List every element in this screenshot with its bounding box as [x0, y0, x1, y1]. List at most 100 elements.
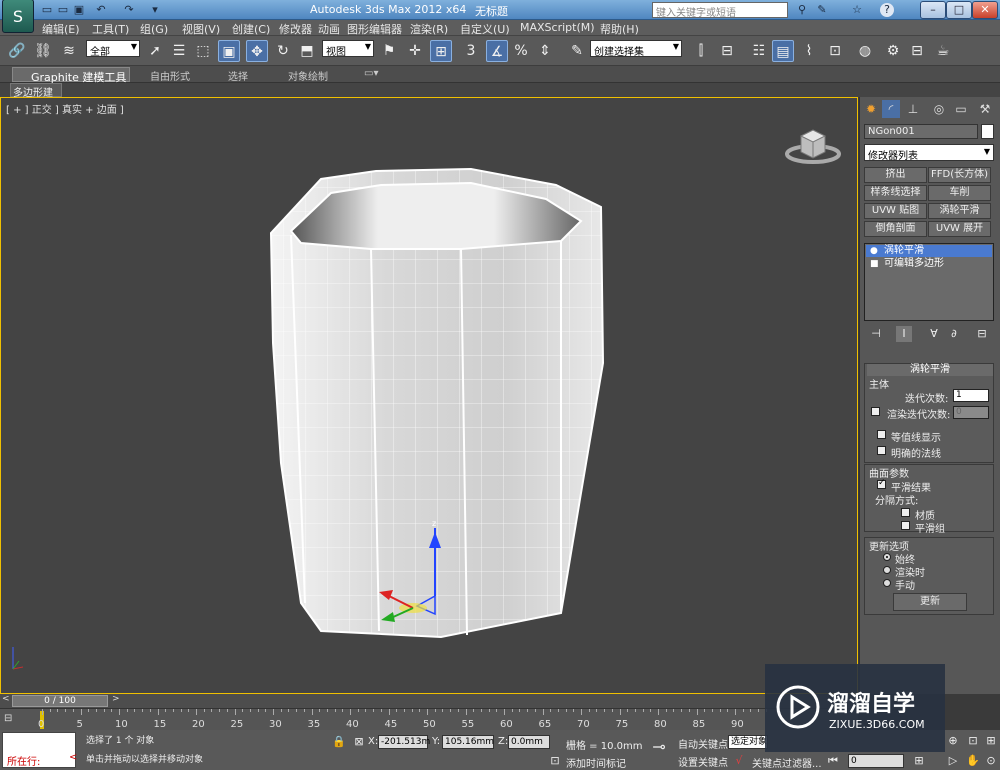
z-coord-field[interactable]: 0.0mm: [508, 735, 550, 749]
time-slider[interactable]: 0 / 100: [12, 695, 108, 707]
move-icon[interactable]: ✥: [246, 40, 268, 62]
render-iters-spinner[interactable]: 0: [953, 406, 989, 419]
rotate-icon[interactable]: ↻: [272, 40, 294, 62]
update-always-radio[interactable]: [883, 553, 891, 561]
open-file-icon[interactable]: ▭: [56, 3, 70, 17]
viewport-label[interactable]: [ + ] 正交 ] 真实 + 边面 ]: [6, 101, 124, 116]
absolute-mode-icon[interactable]: ⊠: [348, 735, 370, 749]
render-setup-icon[interactable]: ⚙: [882, 40, 904, 62]
select-object-icon[interactable]: ➚: [144, 40, 166, 62]
snap-toggle-icon[interactable]: 3: [460, 40, 482, 62]
menu-graph-editors[interactable]: 图形编辑器: [347, 21, 402, 37]
time-tag-icon[interactable]: ⊡: [544, 754, 566, 768]
selection-filter-dropdown[interactable]: 全部 ▼: [86, 40, 140, 58]
select-by-name-icon[interactable]: ☰: [168, 40, 190, 62]
edit-named-selection-icon[interactable]: ✎: [566, 40, 588, 62]
menu-group[interactable]: 组(G): [140, 21, 168, 37]
move-gizmo[interactable]: z: [373, 518, 453, 638]
lightbulb-icon[interactable]: ●: [870, 245, 878, 257]
materials-checkbox[interactable]: [901, 508, 910, 517]
minimize-button[interactable]: –: [920, 1, 946, 19]
iterations-spinner[interactable]: 1: [953, 389, 989, 402]
pin-stack-icon[interactable]: ⊣: [868, 326, 884, 342]
menu-rendering[interactable]: 渲染(R): [410, 21, 448, 37]
maximize-button[interactable]: □: [946, 1, 972, 19]
window-crossing-icon[interactable]: ▣: [218, 40, 240, 62]
reference-coord-dropdown[interactable]: 视图 ▼: [322, 40, 374, 58]
object-name-field[interactable]: NGon001: [864, 124, 978, 139]
maxscript-listener[interactable]: 所在行: <: [2, 732, 77, 768]
update-manually-radio[interactable]: [883, 579, 891, 587]
tab-selection[interactable]: 选择: [228, 68, 248, 83]
modifier-button-turbosmooth[interactable]: 涡轮平滑: [928, 203, 991, 219]
align-icon[interactable]: ⊟: [716, 40, 738, 62]
menu-modifiers[interactable]: 修改器: [279, 21, 312, 37]
perspective-viewport[interactable]: [ + ] 正交 ] 真实 + 边面 ] z: [0, 97, 858, 694]
make-unique-icon[interactable]: ∀: [926, 326, 942, 342]
auto-key-button[interactable]: 自动关键点: [678, 736, 728, 751]
pivot-icon[interactable]: ⚑: [378, 40, 400, 62]
orbit-icon[interactable]: ⊙: [980, 754, 1000, 768]
zoom-icon[interactable]: ⊕: [942, 734, 964, 748]
tab-object-paint[interactable]: 对象绘制: [288, 68, 328, 83]
set-key-button[interactable]: 设置关键点: [678, 754, 728, 769]
bind-spacewarp-icon[interactable]: ≋: [58, 40, 80, 62]
lock-icon[interactable]: 🔒: [328, 735, 350, 749]
redo-icon[interactable]: ↷: [122, 3, 136, 17]
x-coord-field[interactable]: -201.513m: [378, 735, 430, 749]
explicit-normals-checkbox[interactable]: [877, 446, 886, 455]
ribbon-options-icon[interactable]: ▭▾: [364, 68, 378, 79]
modifier-button-spline-select[interactable]: 样条线选择: [864, 185, 927, 201]
modifier-button-ffd-box[interactable]: FFD(长方体): [928, 167, 991, 183]
named-selection-dropdown[interactable]: 创建选择集 ▼: [590, 40, 682, 58]
tab-graphite-modeling[interactable]: Graphite 建模工具: [12, 67, 130, 84]
menu-create[interactable]: 创建(C): [232, 21, 270, 37]
unlink-icon[interactable]: ⛓: [32, 40, 54, 62]
menu-help[interactable]: 帮助(H): [600, 21, 639, 37]
current-frame-field[interactable]: 0: [848, 754, 904, 768]
menu-tools[interactable]: 工具(T): [92, 21, 129, 37]
rollout-title[interactable]: 涡轮平滑: [867, 364, 993, 376]
modifier-button-bevel-profile[interactable]: 倒角剖面: [864, 221, 927, 237]
rendered-frame-icon[interactable]: ⊟: [906, 40, 928, 62]
menu-maxscript[interactable]: MAXScript(M): [520, 21, 595, 34]
next-frame-icon[interactable]: >: [112, 694, 120, 704]
key-icon[interactable]: ⊸: [648, 739, 670, 755]
create-tab-icon[interactable]: ✹: [862, 100, 880, 118]
menu-views[interactable]: 视图(V): [182, 21, 220, 37]
layer-manager-icon[interactable]: ☷: [748, 40, 770, 62]
curve-editor-icon[interactable]: ⌇: [798, 40, 820, 62]
modifier-button-unwrap-uvw[interactable]: UVW 展开: [928, 221, 991, 237]
close-button[interactable]: ✕: [972, 1, 998, 19]
help-icon[interactable]: ?: [880, 3, 894, 17]
tab-freeform[interactable]: 自由形式: [150, 68, 190, 83]
key-filters-button[interactable]: 关键点过滤器...: [752, 755, 822, 770]
stack-item-editable-poly[interactable]: ■ 可编辑多边形: [866, 258, 992, 270]
modifier-list-dropdown[interactable]: 修改器列表 ▼: [864, 144, 994, 162]
modify-tab-icon[interactable]: ◜: [882, 100, 900, 118]
isoline-checkbox[interactable]: [877, 430, 886, 439]
selected-set-field[interactable]: 选定对象: [728, 735, 768, 749]
hierarchy-tab-icon[interactable]: ⊥: [904, 100, 922, 118]
menu-customize[interactable]: 自定义(U): [460, 21, 510, 37]
mirror-icon[interactable]: ⫿: [690, 40, 712, 62]
material-editor-icon[interactable]: ◍: [854, 40, 876, 62]
spinner-snap-icon[interactable]: ⇕: [534, 40, 556, 62]
tools-icon[interactable]: ✎: [815, 3, 829, 17]
star-icon[interactable]: ☆: [850, 3, 864, 17]
save-icon[interactable]: ▣: [72, 3, 86, 17]
motion-tab-icon[interactable]: ◎: [930, 100, 948, 118]
y-coord-field[interactable]: 105.16mm: [442, 735, 494, 749]
show-end-result-icon[interactable]: Ⅰ: [896, 326, 912, 342]
modifier-button-lathe[interactable]: 车削: [928, 185, 991, 201]
stack-item-turbosmooth[interactable]: ● 涡轮平滑: [866, 245, 992, 257]
chevron-down-icon[interactable]: ▾: [148, 3, 162, 17]
percent-snap-icon[interactable]: %: [510, 40, 532, 62]
scale-icon[interactable]: ⬒: [296, 40, 318, 62]
maximize-viewport-icon[interactable]: ⊞: [980, 734, 1000, 748]
render-iters-checkbox[interactable]: [871, 407, 880, 416]
rect-selection-icon[interactable]: ⬚: [192, 40, 214, 62]
render-icon[interactable]: ☕: [932, 40, 954, 62]
configure-sets-icon[interactable]: ⊟: [974, 326, 990, 342]
object-color-swatch[interactable]: [981, 124, 994, 139]
